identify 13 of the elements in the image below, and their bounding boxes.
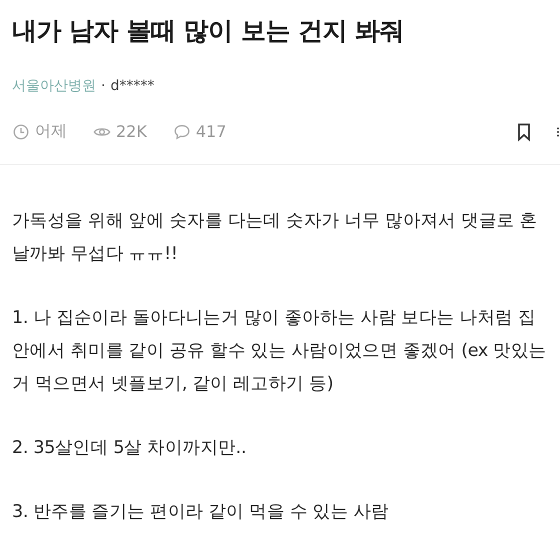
body-paragraph: 2. 35살인데 5살 차이까지만..	[12, 437, 248, 460]
separator-dot: ·	[101, 78, 106, 94]
comment-count: 417	[196, 122, 226, 141]
body-paragraph: 1. 나 집순이라 돌아다니는거 많이 좋아하는 사람 보다는 나처럼 집안에서 취미를 같이 공유 할수 있는 사람이었으면 좋겠어 (ex 맛있는거 먹으면서 넷플보기, 같이 레고하기 등)	[12, 307, 548, 396]
clock-icon	[12, 122, 30, 140]
body-paragraph: 3. 반주를 즐기는 편이라 같이 먹을 수 있는 사람	[12, 501, 390, 524]
speech-bubble-icon	[172, 122, 191, 140]
post-title: 내가 남자 볼때 많이 보는 건지 봐줘	[12, 15, 406, 47]
post-time: 어제	[35, 121, 67, 142]
body-paragraph: 가독성을 위해 앞에 숫자를 다는데 숫자가 너무 많아져서 댓글로 혼날까봐 무섭다 ㅠㅠ!!	[12, 210, 538, 266]
view-count: 22K	[116, 122, 147, 141]
company-link[interactable]: 서울아산병원	[12, 77, 96, 95]
author-name: d*****	[110, 78, 154, 94]
